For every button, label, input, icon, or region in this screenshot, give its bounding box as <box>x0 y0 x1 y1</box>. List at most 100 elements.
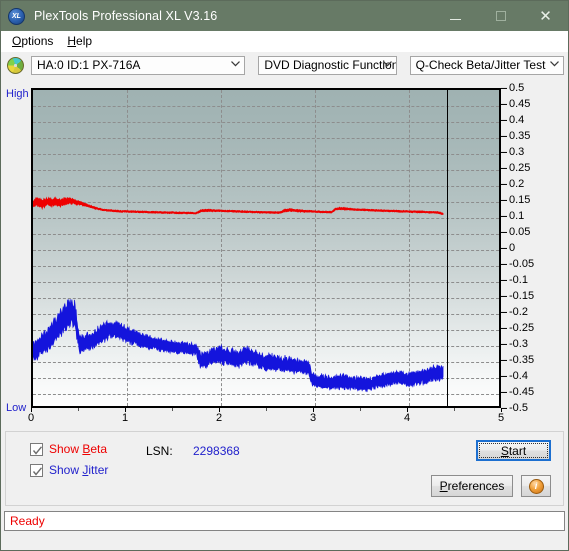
y-axis-tick: -0.15 <box>501 290 534 302</box>
chevron-down-icon <box>550 61 559 68</box>
checkmark-icon <box>32 445 43 455</box>
show-beta-post: eta <box>90 442 108 456</box>
y-axis-tick-label: 0 <box>509 242 516 255</box>
x-axis-tick-label: 3 <box>309 412 317 424</box>
function-select[interactable]: DVD Diagnostic Functions <box>258 55 397 75</box>
y-axis-tick-label: -0.05 <box>509 258 535 271</box>
controls-panel: Show Beta Show Jitter LSN: 2298368 Start… <box>5 431 564 506</box>
y-axis-tick-label: -0.15 <box>509 290 535 303</box>
test-select[interactable]: Q-Check Beta/Jitter Test <box>409 55 564 75</box>
preferences-button-label: Preferences <box>440 479 505 493</box>
y-axis-tick: -0.35 <box>501 354 534 366</box>
y-axis-tick: 0.25 <box>501 162 530 174</box>
focus-ring <box>479 443 548 458</box>
x-axis-minor-tick <box>360 408 361 411</box>
preferences-mnemonic: P <box>439 479 448 493</box>
menu-options-rest: ptions <box>21 34 54 48</box>
show-beta-checkbox[interactable] <box>30 442 43 456</box>
y-axis-tick-label: 0.3 <box>509 146 525 159</box>
preferences-button[interactable]: Preferences <box>431 475 513 497</box>
selector-toolbar: HA:0 ID:1 PX-716A DVD Diagnostic Functio… <box>1 52 568 78</box>
close-icon[interactable]: ✕ <box>523 1 568 31</box>
show-jitter-checkbox[interactable] <box>30 463 43 477</box>
y-axis-tick-label: -0.1 <box>509 274 528 287</box>
show-jitter-checkbox-row[interactable]: Show Jitter <box>30 463 108 477</box>
y-axis-tick-label: -0.5 <box>509 402 528 415</box>
drive-select-value: HA:0 ID:1 PX-716A <box>37 58 141 72</box>
tick-mark <box>501 167 507 169</box>
maximize-icon[interactable] <box>478 1 523 31</box>
xl-logo-icon: XL <box>8 7 25 25</box>
y-axis-tick: -0.5 <box>501 402 528 414</box>
show-beta-checkbox-row[interactable]: Show Beta <box>30 442 107 456</box>
y-axis-tick: -0.2 <box>501 306 528 318</box>
show-jitter-pre: Show <box>49 463 83 477</box>
x-axis-tick-label: 0 <box>27 412 35 424</box>
preferences-rest: references <box>447 479 505 493</box>
y-axis-tick-label: -0.3 <box>509 338 528 351</box>
chevron-down-icon <box>231 61 241 68</box>
y-axis-tick-label: -0.35 <box>509 354 535 367</box>
chevron-down-icon <box>382 61 392 68</box>
y-axis-tick-label: 0.2 <box>509 178 525 191</box>
tick-mark <box>501 343 507 345</box>
y-axis-tick-label: 0.45 <box>509 98 531 111</box>
x-axis: 0 1 2 3 4 5 <box>27 408 505 425</box>
x-axis-minor-tick <box>454 408 455 411</box>
y-axis-tick-label: 0.1 <box>509 210 525 223</box>
series-jitter <box>33 299 444 393</box>
tick-mark <box>501 311 507 313</box>
application-window: XL PlexTools Professional XL V3.16 ✕ Opt… <box>0 0 569 551</box>
minimize-icon[interactable] <box>433 1 478 31</box>
info-icon: i <box>528 478 544 494</box>
y-axis-tick: -0.25 <box>501 322 534 334</box>
y-axis-right: 0.5 0.45 0.4 0.35 0.3 0.25 0.2 0.15 0.1 0.05 0 -0.0… <box>501 82 561 414</box>
y-axis-tick-label: 0.25 <box>509 162 531 175</box>
y-axis-tick: -0.45 <box>501 386 534 398</box>
menu-item-help[interactable]: Help <box>62 33 101 49</box>
function-select-value: DVD Diagnostic Functions <box>264 58 397 72</box>
show-jitter-post: itter <box>88 463 109 477</box>
lsn-label: LSN: <box>146 444 173 458</box>
start-button[interactable]: Start <box>476 440 551 461</box>
tick-mark <box>501 199 507 201</box>
beta-jitter-chart: High Low 0.5 0.45 0.4 0.35 0.3 0.25 0.2 0.15 0.1… <box>5 80 564 425</box>
y-axis-tick-label: -0.2 <box>509 306 528 319</box>
info-button[interactable]: i <box>521 475 551 497</box>
window-controls: ✕ <box>433 1 568 31</box>
menu-help-rest: elp <box>76 34 93 48</box>
tick-mark <box>501 359 507 361</box>
lsn-value: 2298368 <box>193 444 240 458</box>
x-axis-minor-tick <box>172 408 173 411</box>
x-axis-minor-tick <box>78 408 79 411</box>
x-axis-tick-label: 5 <box>497 412 505 424</box>
x-axis-tick-label: 4 <box>403 412 411 424</box>
y-axis-tick-label: 0.05 <box>509 226 531 239</box>
y-axis-tick: 0.15 <box>501 194 530 206</box>
show-beta-label: Show Beta <box>49 442 107 456</box>
y-axis-tick-label: 0.15 <box>509 194 531 207</box>
data-end-marker <box>446 90 448 406</box>
show-jitter-label: Show Jitter <box>49 463 108 477</box>
tick-mark <box>501 103 507 105</box>
menu-item-options[interactable]: Options <box>7 33 62 49</box>
title-bar: XL PlexTools Professional XL V3.16 ✕ <box>1 1 568 31</box>
y-axis-tick: 0.4 <box>501 114 524 126</box>
y-axis-tick-label: -0.4 <box>509 370 528 383</box>
menu-options-mnemonic: O <box>12 34 22 48</box>
tick-mark <box>501 263 507 265</box>
y-axis-tick: -0.4 <box>501 370 528 382</box>
tick-mark <box>501 215 507 217</box>
axis-label-low: Low <box>6 402 27 414</box>
y-axis-tick: 0.35 <box>501 130 530 142</box>
series-beta <box>33 196 444 215</box>
checkmark-icon <box>32 466 43 476</box>
y-axis-tick: 0 <box>501 242 515 254</box>
y-axis-tick: -0.1 <box>501 274 528 286</box>
axis-label-high: High <box>6 88 29 100</box>
x-axis-minor-tick <box>266 408 267 411</box>
drive-select[interactable]: HA:0 ID:1 PX-716A <box>31 55 246 75</box>
y-axis-tick-label: -0.25 <box>509 322 535 335</box>
test-select-value: Q-Check Beta/Jitter Test <box>415 58 546 72</box>
menu-bar: Options Help <box>1 31 568 52</box>
